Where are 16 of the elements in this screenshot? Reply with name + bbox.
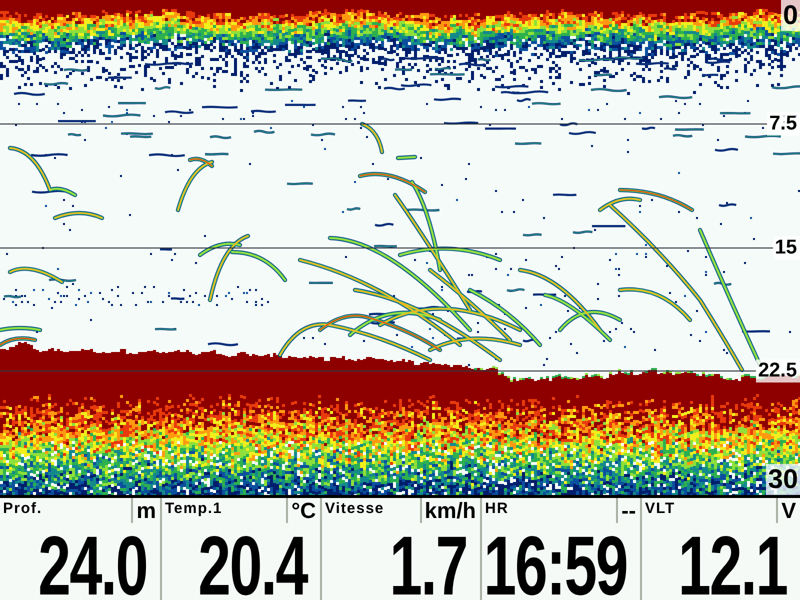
depth-scale-label: 15 xyxy=(772,236,800,259)
depth-scale-label: 22.5 xyxy=(756,360,800,383)
depth-scale-label: 7.5 xyxy=(767,112,800,136)
readout-label: Temp.1 xyxy=(164,499,222,517)
readout-value: 24.0 xyxy=(37,532,147,600)
readout-value: 20.4 xyxy=(197,532,307,600)
readout-unit: V xyxy=(776,498,800,523)
readout-label: VLT xyxy=(644,499,676,517)
readout-label: HR xyxy=(484,499,509,517)
readout-label: Prof. xyxy=(2,499,42,517)
readout-value: 12.1 xyxy=(677,532,787,600)
depth-scale-label: 0 xyxy=(780,0,800,32)
readout-label: Vitesse xyxy=(324,499,384,517)
readout-value: 16:59 xyxy=(482,532,627,600)
readout-value: 1.7 xyxy=(388,532,467,600)
depth-scale-label: 30 xyxy=(766,464,800,495)
